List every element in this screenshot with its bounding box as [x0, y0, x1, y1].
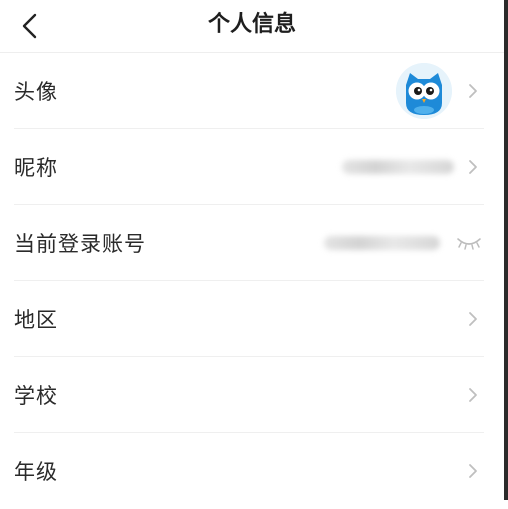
row-label: 昵称 [14, 156, 58, 180]
profile-list: 头像 昵称 当前登录账号 地区 学校 年级 [0, 53, 504, 509]
row-school[interactable]: 学校 [0, 357, 504, 433]
page-title: 个人信息 [207, 12, 296, 37]
window-edge [504, 0, 508, 500]
row-label: 地区 [14, 308, 58, 332]
nickname-value-redacted [342, 160, 454, 174]
row-label: 当前登录账号 [14, 232, 146, 256]
chevron-right-icon [469, 464, 477, 478]
row-avatar[interactable]: 头像 [0, 53, 504, 129]
row-nickname[interactable]: 昵称 [0, 129, 504, 205]
row-account: 当前登录账号 [0, 205, 504, 281]
eye-closed-icon[interactable] [456, 235, 482, 251]
row-label: 头像 [14, 80, 58, 104]
row-grade[interactable]: 年级 [0, 433, 504, 509]
chevron-right-icon [469, 160, 477, 174]
chevron-right-icon [469, 388, 477, 402]
row-label: 学校 [14, 384, 58, 408]
screen: 个人信息 头像 昵称 当前登录账号 地区 学校 年级 [0, 0, 504, 500]
chevron-right-icon [469, 84, 477, 98]
nav-bar: 个人信息 [0, 0, 504, 53]
chevron-right-icon [469, 312, 477, 326]
avatar[interactable] [396, 63, 452, 119]
row-label: 年级 [14, 460, 58, 484]
owl-avatar-icon [396, 63, 452, 119]
row-region[interactable]: 地区 [0, 281, 504, 357]
account-value-redacted [324, 236, 440, 250]
